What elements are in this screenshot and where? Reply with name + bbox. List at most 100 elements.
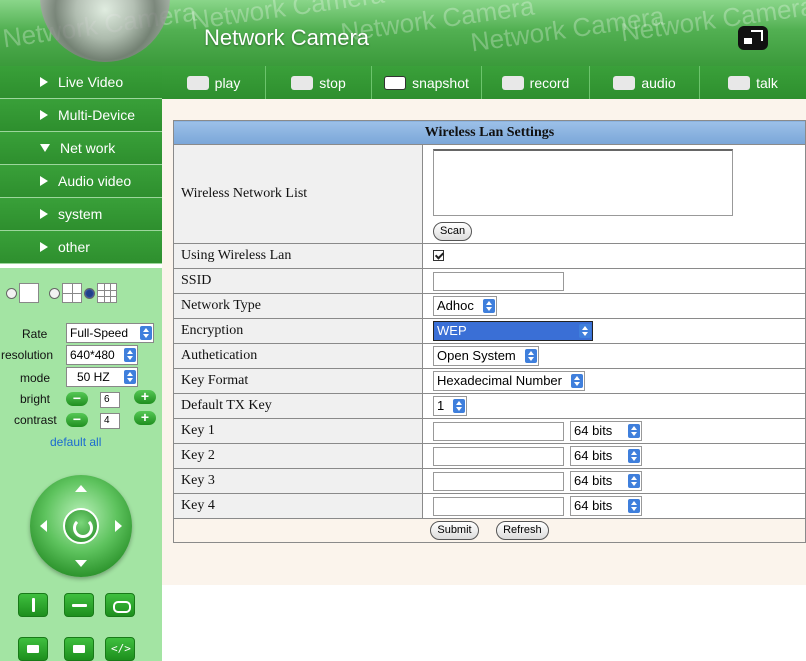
snapshot-button[interactable]: snapshot [372,66,482,99]
bright-minus-button[interactable]: − [66,391,88,406]
stop-button[interactable]: stop [266,66,372,99]
default-tx-key-label: Default TX Key [173,393,423,419]
video-control-panel: Rate Full-Speed resolution 640*480 mode … [0,268,162,661]
authentication-value: Open System [437,348,516,363]
section-title: Wireless Lan Settings [173,120,806,145]
submit-button[interactable]: Submit [430,521,479,540]
rate-select[interactable]: Full-Speed [66,323,154,343]
default-all-link[interactable]: default all [50,435,101,449]
mode-value: 50 HZ [77,370,110,384]
layout-9-radio[interactable] [84,287,95,299]
arrow-right-icon[interactable] [115,520,122,532]
ptz-direction-pad[interactable] [30,475,132,577]
horizontal-patrol-button[interactable] [64,593,94,617]
sidebar-item-system[interactable]: system [0,198,162,231]
key-format-value: Hexadecimal Number [437,373,562,388]
infinite-patrol-button[interactable] [105,593,135,617]
play-button[interactable]: play [162,66,266,99]
wireless-settings-table: Wireless Lan Settings Wireless Network L… [173,120,806,543]
select-arrow-icon [453,399,465,413]
talk-button[interactable]: talk [700,66,806,99]
single-view-icon [19,283,39,303]
using-wireless-checkbox[interactable] [433,250,444,262]
resolution-label: resolution [1,348,54,362]
scan-button[interactable]: Scan [433,222,473,241]
talk-label: talk [756,74,778,91]
select-arrow-icon [483,299,495,313]
chevron-right-icon [40,110,48,120]
key-4-label: Key 4 [173,493,423,519]
encryption-select[interactable]: WEP [433,321,593,341]
authentication-select[interactable]: Open System [433,346,539,366]
audio-button[interactable]: audio [590,66,700,99]
arrow-down-icon[interactable] [75,560,87,567]
io-off-button[interactable] [64,637,94,661]
encryption-value: WEP [437,323,467,338]
contrast-minus-button[interactable]: − [66,412,88,427]
network-type-select[interactable]: Adhoc [433,296,497,316]
ssid-input[interactable] [433,271,564,291]
chevron-right-icon [40,242,48,252]
sidebar-item-live-video[interactable]: Live Video [0,66,162,99]
select-arrow-icon [124,348,136,362]
resolution-value: 640*480 [70,348,115,362]
snapshot-icon [384,75,407,90]
contrast-plus-button[interactable]: + [134,410,156,425]
bright-value: 6 [100,392,120,408]
chevron-down-icon [40,144,50,152]
bright-plus-button[interactable]: + [134,389,156,404]
sidebar-item-multi-device[interactable]: Multi-Device [0,99,162,132]
snapshot-label: snapshot [412,74,469,91]
io-on-button[interactable] [18,637,48,661]
wireless-network-list[interactable] [433,149,733,216]
sidebar-item-other[interactable]: other [0,231,162,264]
bright-label: bright [20,392,51,406]
key-1-input[interactable] [433,421,564,441]
key-format-select[interactable]: Hexadecimal Number [433,371,585,391]
code-button[interactable] [105,637,135,661]
sidebar-item-label: other [58,239,90,255]
page-title: Network Camera [204,25,370,50]
select-arrow-icon [124,370,136,384]
default-tx-key-value: 1 [437,398,445,413]
select-arrow-icon [628,449,640,463]
key-3-input[interactable] [433,471,564,491]
audio-label: audio [641,74,676,91]
fullscreen-icon[interactable] [738,26,768,50]
stop-label: stop [319,74,346,91]
key-2-input[interactable] [433,446,564,466]
refresh-button[interactable]: Refresh [496,521,549,540]
select-arrow-icon [579,324,591,338]
sidebar-item-label: Audio video [58,173,132,189]
sidebar-item-audio-video[interactable]: Audio video [0,165,162,198]
resolution-select[interactable]: 640*480 [66,345,138,365]
authentication-label: Authetication [173,343,423,369]
key-4-input[interactable] [433,496,564,516]
default-tx-key-select[interactable]: 1 [433,396,467,416]
chevron-right-icon [40,77,48,87]
key-1-bits-select[interactable]: 64 bits [570,421,642,441]
mode-select[interactable]: 50 HZ [66,367,138,387]
record-button[interactable]: record [482,66,590,99]
key-2-bits-value: 64 bits [574,448,613,463]
select-arrow-icon [525,349,537,363]
key-3-bits-select[interactable]: 64 bits [570,471,642,491]
key-2-bits-select[interactable]: 64 bits [570,446,642,466]
ptz-center-button[interactable] [63,508,99,544]
layout-1-radio[interactable] [6,287,17,299]
layout-4-radio[interactable] [49,287,60,299]
arrow-up-icon[interactable] [75,485,87,492]
sidebar-item-network[interactable]: Net work [0,132,162,165]
sidebar-item-label: Net work [60,140,116,156]
arrow-left-icon[interactable] [40,520,47,532]
rate-label: Rate [22,327,48,341]
select-arrow-icon [571,374,583,388]
select-arrow-icon [140,326,152,340]
play-label: play [214,74,241,91]
key-4-bits-select[interactable]: 64 bits [570,496,642,516]
vertical-patrol-button[interactable] [18,593,48,617]
network-list-label: Wireless Network List [173,144,423,244]
audio-icon [613,75,636,90]
network-type-value: Adhoc [437,298,474,313]
key-1-label: Key 1 [173,418,423,444]
